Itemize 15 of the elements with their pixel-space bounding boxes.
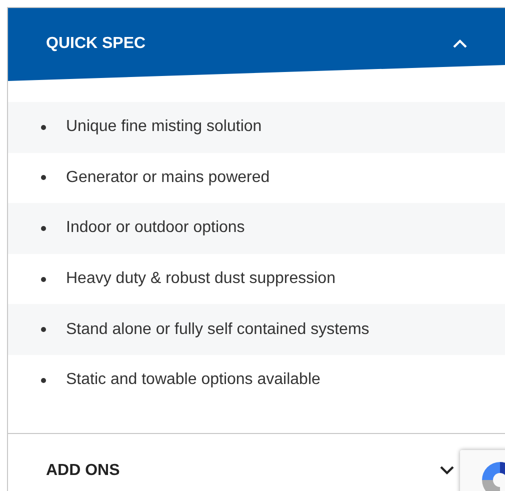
- spec-item: Generator or mains powered: [66, 168, 270, 187]
- spec-item: Unique fine misting solution: [66, 118, 262, 136]
- accordion-header[interactable]: QUICK SPEC: [8, 8, 505, 81]
- bullet-icon: [41, 175, 46, 180]
- bullet-icon: [41, 378, 46, 383]
- chevron-up-icon: [453, 39, 467, 48]
- spec-item: Stand alone or fully self contained systems: [66, 320, 370, 339]
- bullet-icon: [41, 276, 46, 282]
- bullet-icon: [41, 226, 46, 231]
- chevron-down-icon: [440, 466, 454, 476]
- spec-item: Heavy duty & robust dust suppression: [66, 270, 336, 288]
- spec-item: Indoor or outdoor options: [66, 219, 245, 238]
- bullet-icon: [41, 327, 46, 332]
- bullet-icon: [41, 124, 46, 130]
- spec-item: Static and towable options available: [66, 371, 320, 390]
